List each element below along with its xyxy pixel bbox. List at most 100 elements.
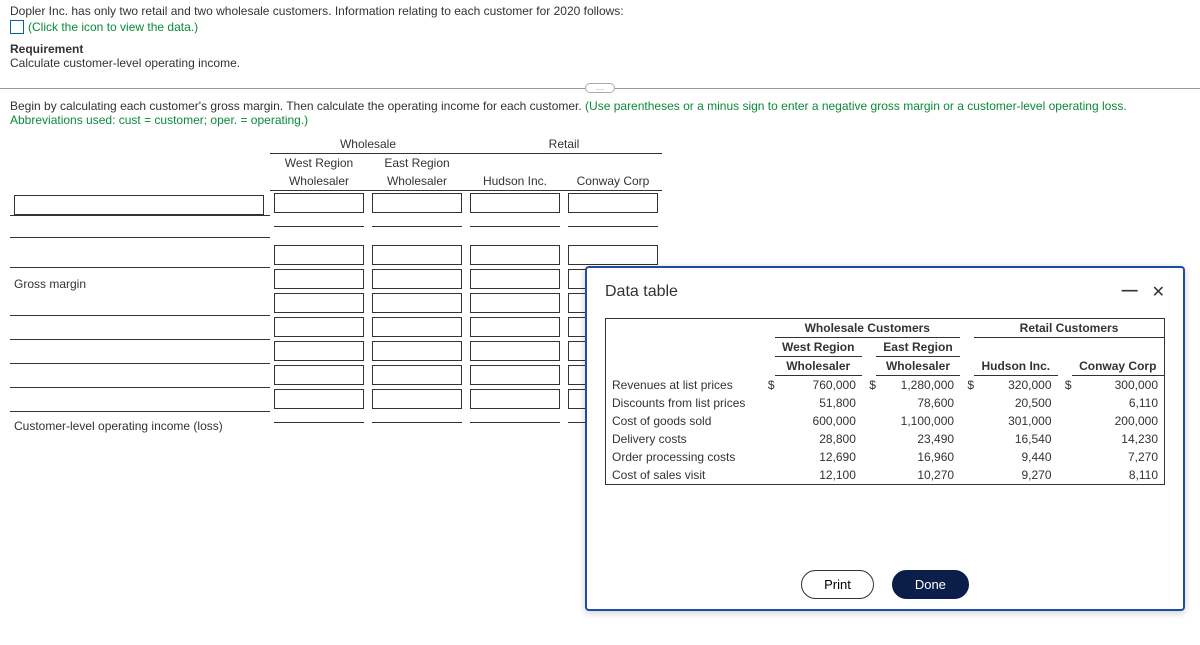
cell-input[interactable] — [274, 269, 364, 289]
row-label-input[interactable] — [14, 195, 264, 215]
requirement-desc: Calculate customer-level operating incom… — [10, 56, 1190, 70]
dollar-sign — [862, 412, 876, 430]
col-conway: Conway Corp — [564, 172, 662, 191]
group-retail: Retail — [466, 135, 662, 154]
dt-row-label: Order processing costs — [606, 448, 761, 466]
dt-col-west-l2: Wholesaler — [775, 357, 862, 376]
dt-cell: 51,800 — [775, 394, 862, 412]
dt-cell: 760,000 — [775, 376, 862, 395]
cell-input[interactable] — [470, 389, 560, 409]
dollar-sign — [761, 394, 775, 412]
dt-cell: 6,110 — [1072, 394, 1165, 412]
dt-cell: 320,000 — [974, 376, 1057, 395]
dt-row-label: Cost of sales visit — [606, 466, 761, 485]
dt-cell: 301,000 — [974, 412, 1057, 430]
dt-group-wholesale: Wholesale Customers — [775, 319, 961, 338]
dollar-sign — [1058, 412, 1072, 430]
instruction-lead: Begin by calculating each customer's gro… — [10, 99, 585, 113]
col-hudson: Hudson Inc. — [466, 172, 564, 191]
dollar-sign — [960, 430, 974, 448]
dt-cell: 28,800 — [775, 430, 862, 448]
dollar-sign — [960, 466, 974, 485]
modal-title: Data table — [605, 283, 678, 301]
icon-hint-text[interactable]: (Click the icon to view the data.) — [28, 20, 198, 34]
cell-input[interactable] — [274, 245, 364, 265]
dt-cell: 9,440 — [974, 448, 1057, 466]
cell-input[interactable] — [274, 389, 364, 409]
col-east-l2: Wholesaler — [368, 172, 466, 191]
dollar-sign — [960, 394, 974, 412]
dt-cell: 8,110 — [1072, 466, 1165, 485]
dt-cell: 16,540 — [974, 430, 1057, 448]
col-east-l1: East Region — [368, 154, 466, 173]
cell-input[interactable] — [274, 193, 364, 213]
dt-cell: 1,280,000 — [876, 376, 960, 395]
dollar-sign — [1058, 466, 1072, 485]
cell-input[interactable] — [470, 245, 560, 265]
cell-input[interactable] — [470, 317, 560, 337]
cell-input[interactable] — [372, 389, 462, 409]
cell-input[interactable] — [372, 293, 462, 313]
row-gross-margin: Gross margin — [10, 267, 270, 291]
dt-col-east-l2: Wholesaler — [876, 357, 960, 376]
cell-input[interactable] — [372, 245, 462, 265]
cell-input[interactable] — [372, 193, 462, 213]
dt-cell: 12,100 — [775, 466, 862, 485]
data-table-icon[interactable] — [10, 20, 24, 34]
cell-input[interactable] — [470, 341, 560, 361]
dt-row-label: Cost of goods sold — [606, 412, 761, 430]
cell-input[interactable] — [372, 269, 462, 289]
data-table: Wholesale Customers Retail Customers Wes… — [605, 318, 1165, 485]
dollar-sign — [960, 412, 974, 430]
dollar-sign: $ — [1058, 376, 1072, 395]
close-icon[interactable]: ✕ — [1152, 282, 1165, 302]
dollar-sign: $ — [960, 376, 974, 395]
dt-col-hudson: Hudson Inc. — [974, 357, 1057, 376]
data-table-modal: Data table — ✕ Wholesale Customers Retai… — [585, 266, 1185, 611]
cell-input[interactable] — [372, 341, 462, 361]
cell-input[interactable] — [470, 365, 560, 385]
dt-row-label: Revenues at list prices — [606, 376, 761, 395]
dollar-sign — [761, 448, 775, 466]
dollar-sign — [862, 466, 876, 485]
dollar-sign — [960, 448, 974, 466]
cell-input[interactable] — [470, 269, 560, 289]
print-button[interactable]: Print — [801, 570, 874, 599]
dt-cell: 200,000 — [1072, 412, 1165, 430]
dt-cell: 10,270 — [876, 466, 960, 485]
cell-input[interactable] — [372, 365, 462, 385]
dt-cell: 20,500 — [974, 394, 1057, 412]
dt-cell: 16,960 — [876, 448, 960, 466]
dt-cell: 600,000 — [775, 412, 862, 430]
divider-handle-icon[interactable]: … — [585, 83, 615, 93]
requirement-heading: Requirement — [10, 42, 1190, 56]
dollar-sign — [862, 394, 876, 412]
dt-cell: 9,270 — [974, 466, 1057, 485]
dt-row-label: Discounts from list prices — [606, 394, 761, 412]
cell-input[interactable] — [274, 341, 364, 361]
dollar-sign — [761, 412, 775, 430]
dollar-sign — [862, 430, 876, 448]
col-west-l1: West Region — [270, 154, 368, 173]
cell-input[interactable] — [470, 293, 560, 313]
cell-input[interactable] — [568, 245, 658, 265]
cell-input[interactable] — [470, 193, 560, 213]
dt-cell: 7,270 — [1072, 448, 1165, 466]
dt-row-label: Delivery costs — [606, 430, 761, 448]
worksheet-table: Wholesale Retail West Region East Region… — [10, 135, 662, 433]
done-button[interactable]: Done — [892, 570, 969, 599]
cell-input[interactable] — [274, 365, 364, 385]
dollar-sign — [761, 430, 775, 448]
cell-input[interactable] — [274, 293, 364, 313]
intro-text: Dopler Inc. has only two retail and two … — [10, 4, 1190, 18]
cell-input[interactable] — [372, 317, 462, 337]
dt-cell: 300,000 — [1072, 376, 1165, 395]
minimize-icon[interactable]: — — [1122, 282, 1138, 302]
dollar-sign — [862, 448, 876, 466]
dt-cell: 12,690 — [775, 448, 862, 466]
cell-input[interactable] — [568, 193, 658, 213]
dt-cell: 23,490 — [876, 430, 960, 448]
dt-cell: 14,230 — [1072, 430, 1165, 448]
dt-group-retail: Retail Customers — [974, 319, 1164, 338]
cell-input[interactable] — [274, 317, 364, 337]
